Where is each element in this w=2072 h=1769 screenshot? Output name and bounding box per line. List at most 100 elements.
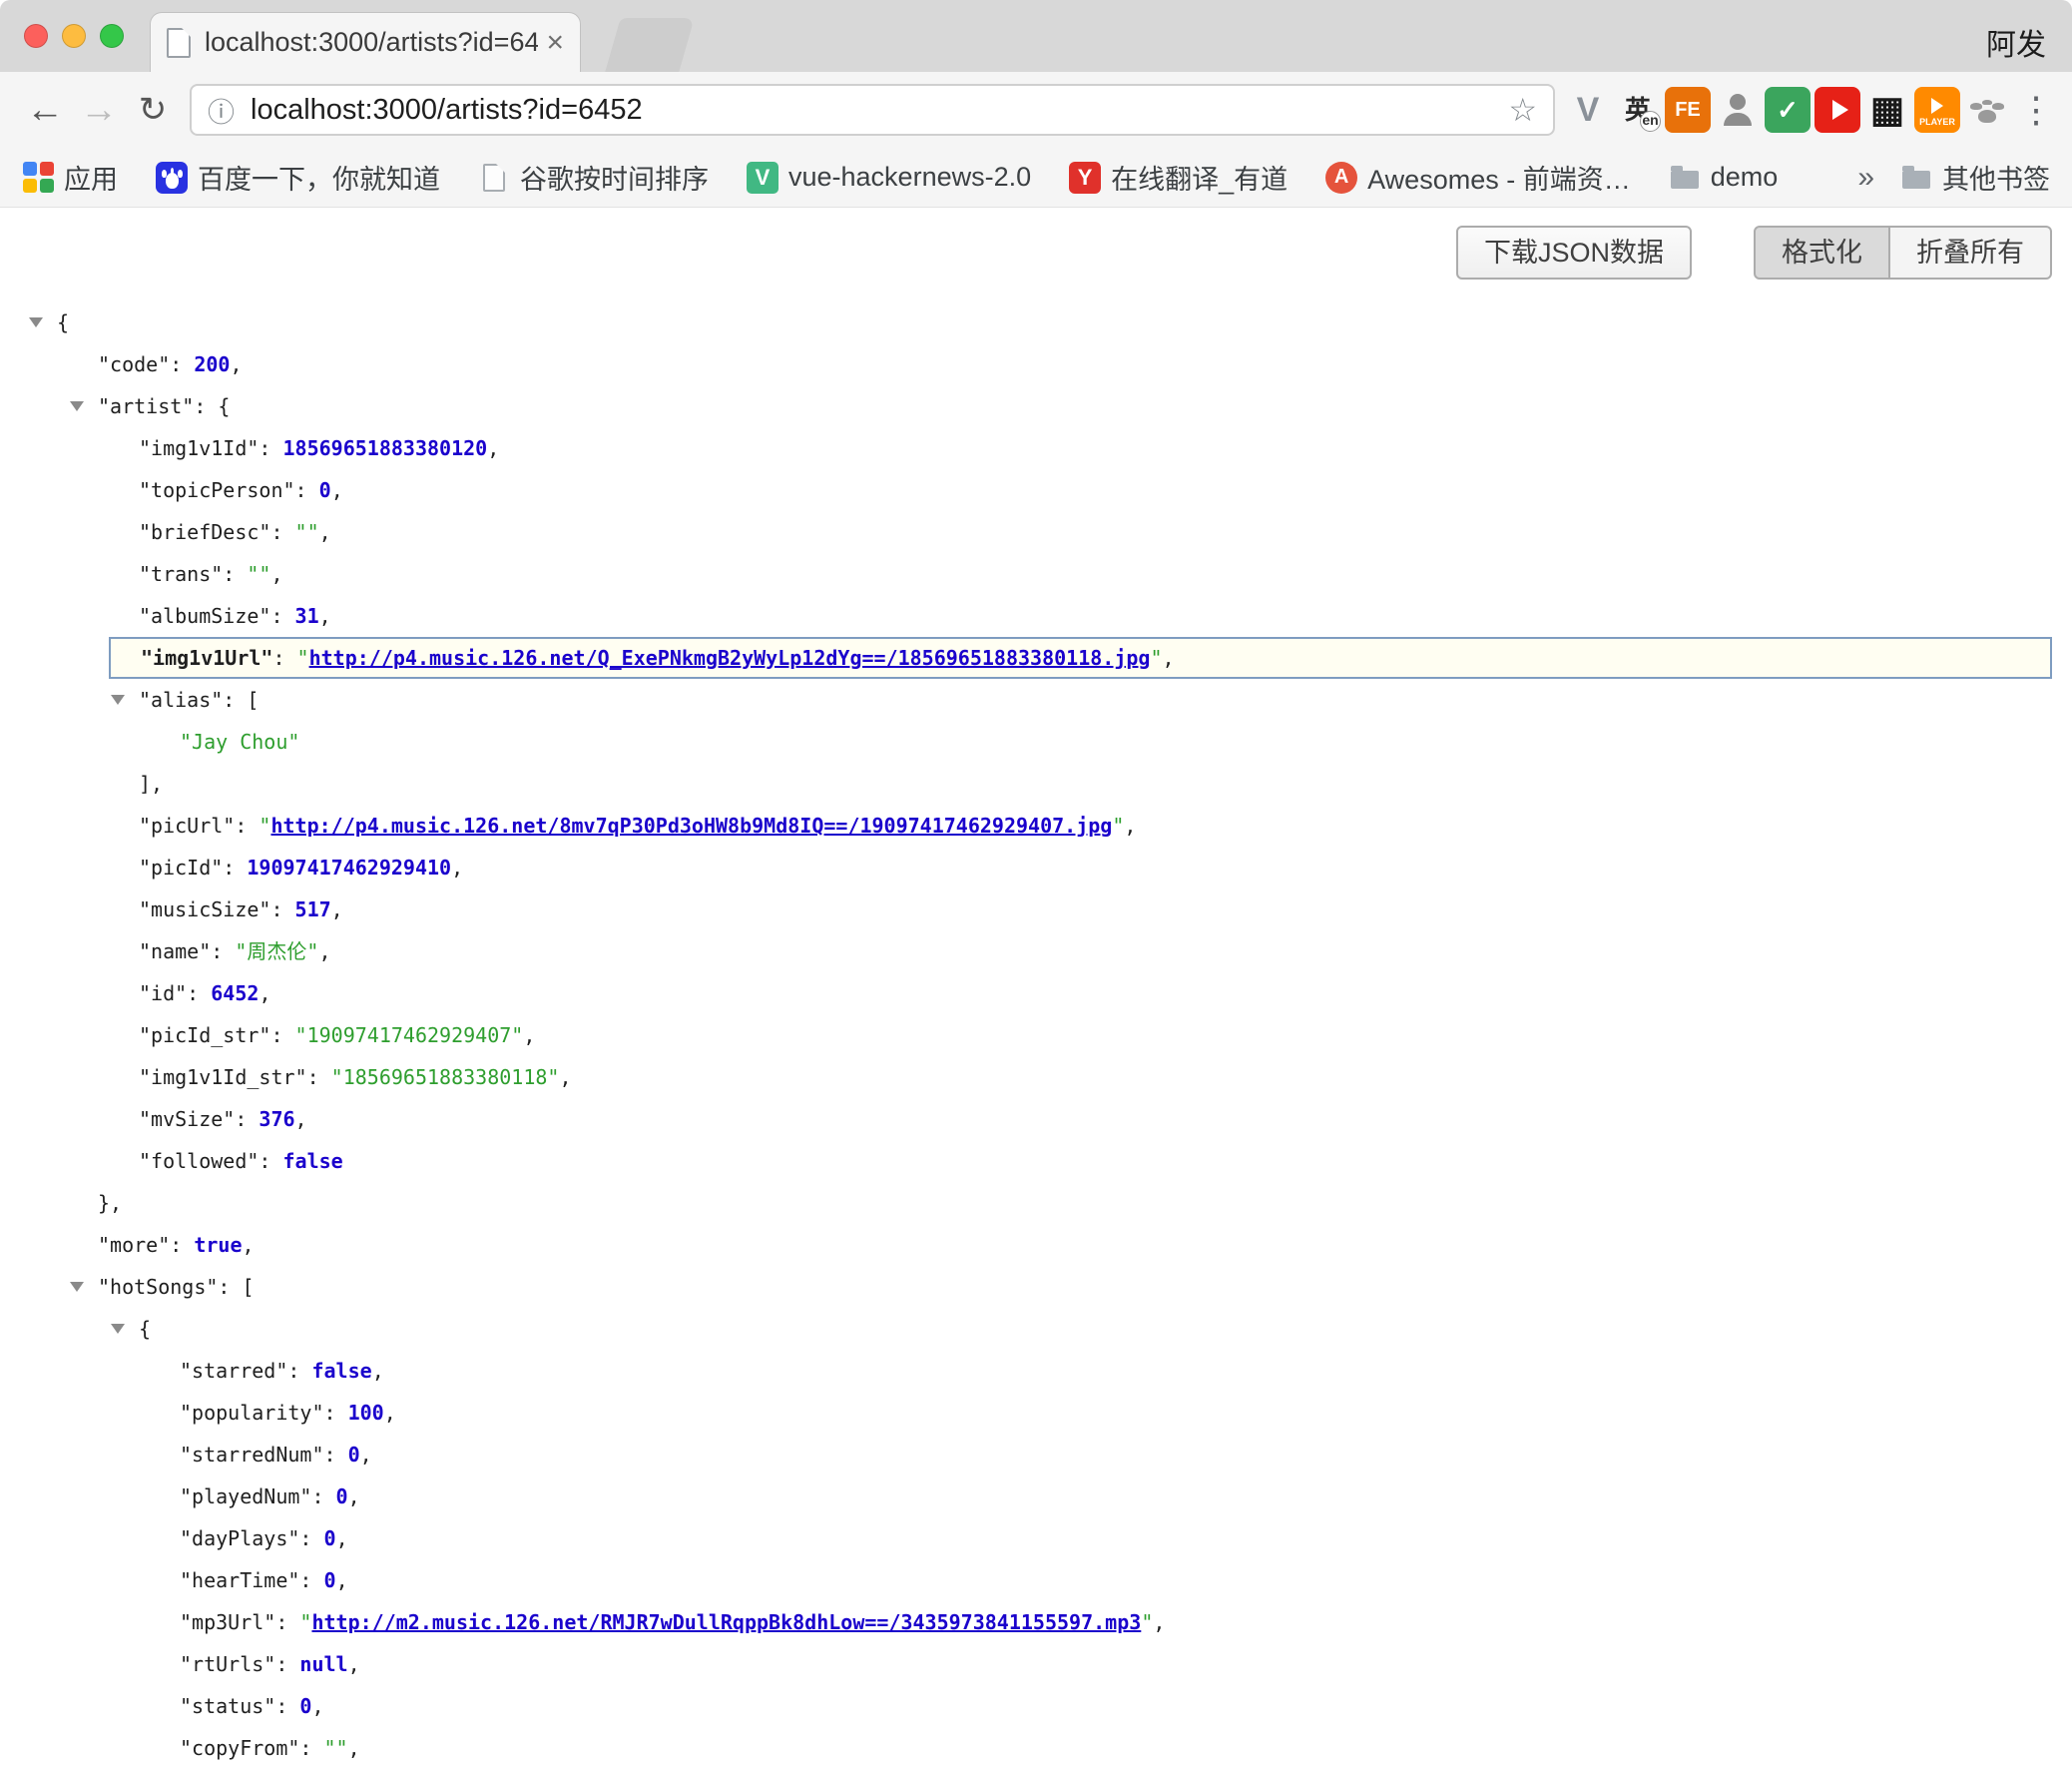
json-line: "more": true,: [0, 1224, 2072, 1266]
json-punct: ,: [523, 1023, 535, 1047]
json-link[interactable]: http://p4.music.126.net/Q_ExePNkmgB2yWyL…: [309, 646, 1151, 670]
json-line: "albumSize": 31,: [0, 595, 2072, 637]
vimium-extension-icon[interactable]: V: [1565, 87, 1611, 133]
json-key: "picUrl": [139, 814, 235, 838]
new-tab-button[interactable]: [605, 18, 694, 72]
json-number: 200: [194, 352, 230, 376]
browser-tab[interactable]: localhost:3000/artists?id=645 ×: [150, 12, 581, 72]
page-content: 下载JSON数据 格式化 折叠所有 { "code": 200, "artist":…: [0, 208, 2072, 1751]
bookmark-item-4[interactable]: Vvue-hackernews-2.0: [747, 162, 1031, 194]
json-link[interactable]: http://m2.music.126.net/RMJR7wDullRqppBk…: [311, 1610, 1141, 1634]
json-key: "code": [98, 352, 170, 376]
json-line: "Jay Chou": [0, 721, 2072, 763]
json-key: "status": [180, 1694, 275, 1718]
json-number: 19097417462929410: [247, 856, 451, 880]
other-bookmarks-label: 其他书签: [1942, 158, 2050, 197]
json-key: "mvSize": [139, 1107, 235, 1131]
json-punct: {: [57, 310, 69, 334]
json-number: 31: [295, 604, 319, 628]
json-string: ": [299, 1610, 311, 1634]
json-line: "artist": {: [0, 385, 2072, 427]
json-punct: ,: [348, 1484, 360, 1508]
json-line: ],: [0, 763, 2072, 805]
json-punct: ,: [270, 562, 282, 586]
green-shield-extension-icon[interactable]: ✓: [1765, 87, 1811, 133]
fehelper-extension-icon[interactable]: FE: [1665, 87, 1711, 133]
close-window-button[interactable]: [24, 24, 48, 48]
json-string: "Jay Chou": [180, 730, 299, 754]
bookmark-label: 百度一下，你就知道: [198, 158, 440, 197]
json-punct: ,: [259, 981, 270, 1005]
json-string: "": [247, 562, 270, 586]
bookmark-label: 谷歌按时间排序: [520, 158, 709, 197]
zoom-window-button[interactable]: [100, 24, 124, 48]
minimize-window-button[interactable]: [62, 24, 86, 48]
json-key: "popularity": [180, 1401, 324, 1425]
json-punct: ,: [348, 1736, 360, 1760]
browser-menu-icon[interactable]: ⋮: [2018, 89, 2054, 131]
json-key: "picId_str": [139, 1023, 270, 1047]
json-link[interactable]: http://p4.music.126.net/8mv7qP30Pd3oHW8b…: [270, 814, 1112, 838]
json-number: true: [194, 1233, 242, 1257]
json-line: "hearTime": 0,: [0, 1559, 2072, 1601]
json-punct: ,: [336, 1568, 348, 1592]
bookmark-item-3[interactable]: 谷歌按时间排序: [478, 158, 709, 197]
qrcode-extension-icon[interactable]: ▦: [1864, 87, 1910, 133]
reload-button[interactable]: ↻: [126, 93, 180, 127]
json-key: "starred": [180, 1359, 287, 1383]
profile-name[interactable]: 阿发: [1986, 20, 2046, 64]
address-bar[interactable]: ⓘ localhost:3000/artists?id=6452 ☆: [190, 84, 1555, 136]
json-punct: : [: [218, 1275, 254, 1299]
bookmark-item-6[interactable]: AAwesomes - 前端资…: [1325, 158, 1631, 197]
json-punct: ,: [1124, 814, 1136, 838]
json-punct: ,: [360, 1443, 372, 1467]
json-line: "alias": [: [0, 679, 2072, 721]
json-punct: :: [270, 1023, 294, 1047]
collapse-toggle-icon[interactable]: [29, 317, 43, 327]
json-line: "mp3Url": "http://m2.music.126.net/RMJR7…: [0, 1601, 2072, 1643]
collapse-toggle-icon[interactable]: [111, 695, 125, 705]
json-punct: ,: [331, 897, 343, 921]
collapse-toggle-icon[interactable]: [70, 1282, 84, 1292]
json-number: 517: [295, 897, 331, 921]
player-extension-icon[interactable]: PLAYER: [1914, 87, 1960, 133]
download-json-button[interactable]: 下载JSON数据: [1456, 226, 1692, 280]
page-info-icon[interactable]: ⓘ: [208, 91, 235, 130]
bookmark-item-5[interactable]: Y 在线翻译_有道: [1069, 158, 1288, 197]
json-line: "picUrl": "http://p4.music.126.net/8mv7q…: [0, 805, 2072, 847]
json-line: "picId": 19097417462929410,: [0, 847, 2072, 888]
collapse-all-button[interactable]: 折叠所有: [1890, 226, 2052, 280]
bookmark-item-1[interactable]: 应用: [22, 158, 118, 197]
json-line: "dayPlays": 0,: [0, 1517, 2072, 1559]
back-button[interactable]: ←: [18, 91, 72, 129]
json-line: {: [0, 1308, 2072, 1350]
bookmark-item-2[interactable]: 百度一下，你就知道: [156, 158, 440, 197]
json-punct: :: [311, 1484, 335, 1508]
bookmark-label: 在线翻译_有道: [1111, 158, 1288, 197]
json-number: 0: [299, 1694, 311, 1718]
bookmarks-overflow-icon[interactable]: »: [1857, 161, 1874, 195]
person-extension-icon[interactable]: [1715, 87, 1761, 133]
json-key: "more": [98, 1233, 170, 1257]
awesomes-icon: A: [1325, 162, 1357, 194]
bookmark-star-icon[interactable]: ☆: [1508, 91, 1537, 129]
paw-extension-icon[interactable]: [1964, 87, 2010, 133]
json-punct: ,: [319, 520, 331, 544]
json-string: ": [1141, 1610, 1153, 1634]
json-key: "img1v1Id": [139, 436, 259, 460]
json-punct: :: [259, 436, 282, 460]
youdao-icon: Y: [1069, 162, 1101, 194]
collapse-toggle-icon[interactable]: [70, 401, 84, 411]
json-number: 376: [259, 1107, 294, 1131]
json-line: "img1v1Id_str": "18569651883380118",: [0, 1056, 2072, 1098]
other-bookmarks-folder[interactable]: 其他书签: [1900, 158, 2050, 197]
translate-extension-icon[interactable]: 英en: [1615, 87, 1661, 133]
json-punct: {: [139, 1317, 151, 1341]
format-button[interactable]: 格式化: [1754, 226, 1890, 280]
tab-close-icon[interactable]: ×: [546, 28, 564, 58]
bookmark-item-7[interactable]: demo: [1669, 162, 1779, 194]
collapse-toggle-icon[interactable]: [111, 1324, 125, 1334]
json-punct: :: [299, 1736, 323, 1760]
youtube-extension-icon[interactable]: [1814, 87, 1860, 133]
json-string: "": [295, 520, 319, 544]
